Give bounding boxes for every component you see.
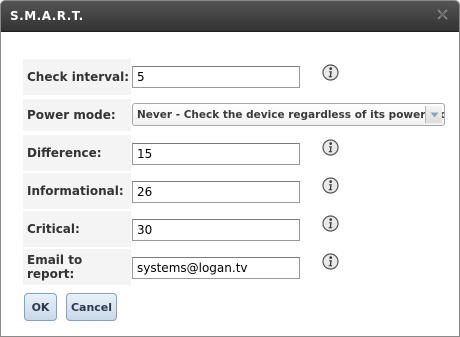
critical-input[interactable]: 30	[132, 219, 300, 241]
cancel-button[interactable]: Cancel	[66, 293, 117, 321]
critical-label: Critical:	[23, 211, 131, 247]
email-label: Email to report:	[23, 249, 131, 285]
email-row: Email to report: systems@logan.tv	[23, 249, 443, 285]
dialog-titlebar: S.M.A.R.T.	[1, 1, 459, 32]
smart-dialog: S.M.A.R.T. Check interval: 5 Power mode:…	[0, 0, 460, 337]
info-icon[interactable]	[322, 215, 339, 232]
difference-input[interactable]: 15	[132, 143, 300, 165]
power-mode-select[interactable]: Never - Check the device regardless of i…	[132, 103, 445, 126]
email-field[interactable]: systems@logan.tv	[132, 257, 300, 279]
informational-label: Informational:	[23, 173, 131, 209]
power-mode-value: Never - Check the device regardless of i…	[137, 108, 445, 121]
power-mode-label: Power mode:	[23, 99, 131, 131]
check-interval-label: Check interval:	[23, 59, 131, 95]
ok-button[interactable]: OK	[24, 293, 57, 321]
power-mode-row: Power mode: Never - Check the device reg…	[23, 99, 445, 131]
info-icon[interactable]	[322, 177, 339, 194]
info-icon[interactable]	[322, 64, 339, 81]
critical-row: Critical: 30	[23, 211, 443, 247]
check-interval-row: Check interval: 5	[23, 59, 443, 95]
chevron-down-icon[interactable]	[425, 106, 442, 123]
informational-input[interactable]: 26	[132, 181, 300, 203]
difference-row: Difference: 15	[23, 135, 443, 171]
info-icon[interactable]	[322, 139, 339, 156]
dialog-title: S.M.A.R.T.	[10, 9, 84, 23]
info-icon[interactable]	[322, 253, 339, 270]
informational-row: Informational: 26	[23, 173, 443, 209]
difference-label: Difference:	[23, 135, 131, 171]
check-interval-input[interactable]: 5	[132, 66, 300, 88]
close-icon[interactable]	[436, 8, 449, 21]
